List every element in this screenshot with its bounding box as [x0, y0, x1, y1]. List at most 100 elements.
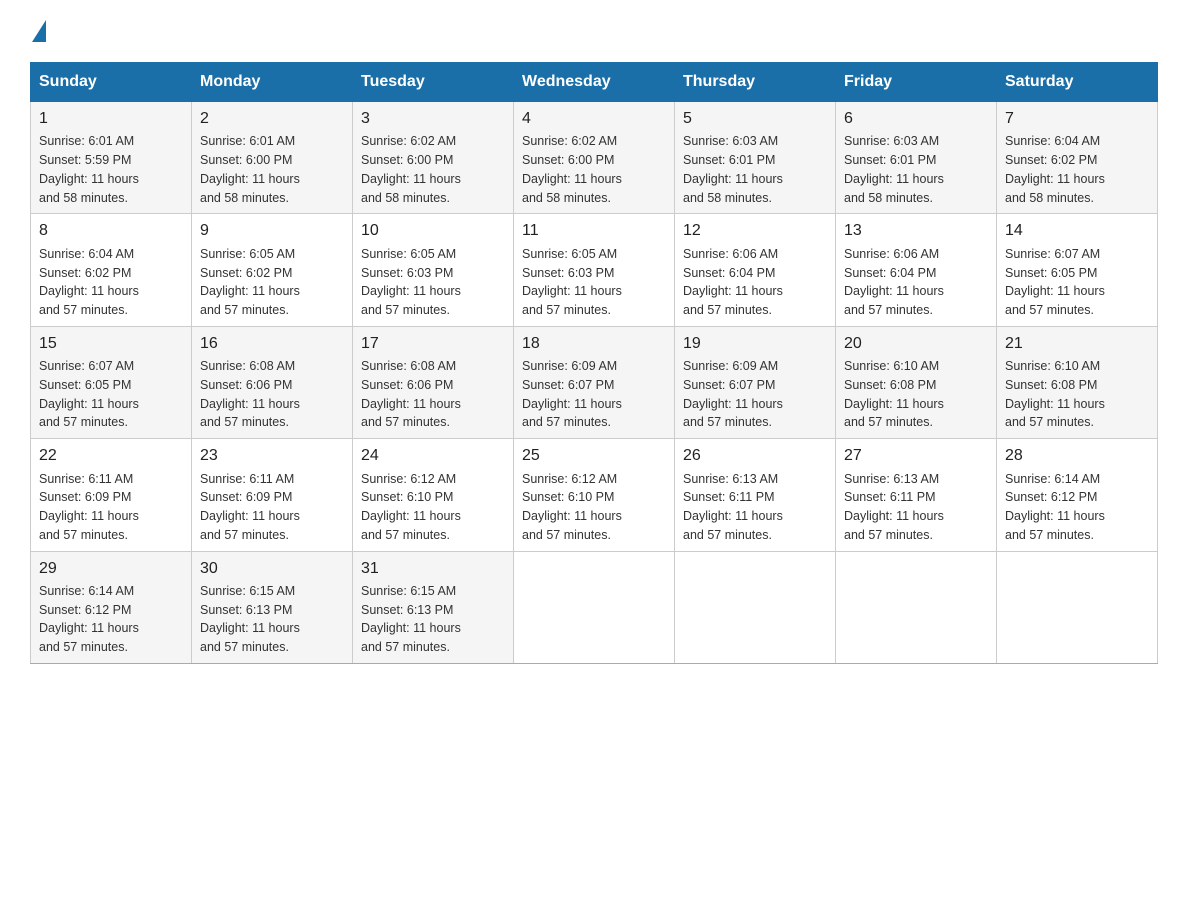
calendar-day-cell: 4 Sunrise: 6:02 AMSunset: 6:00 PMDayligh… — [514, 102, 675, 214]
day-number: 5 — [683, 108, 827, 130]
day-number: 19 — [683, 333, 827, 355]
day-number: 15 — [39, 333, 183, 355]
calendar-day-cell: 19 Sunrise: 6:09 AMSunset: 6:07 PMDaylig… — [675, 326, 836, 438]
calendar-day-cell — [514, 551, 675, 663]
day-of-week-header: Monday — [192, 63, 353, 102]
calendar-day-cell: 3 Sunrise: 6:02 AMSunset: 6:00 PMDayligh… — [353, 102, 514, 214]
day-number: 10 — [361, 220, 505, 242]
day-of-week-header: Saturday — [997, 63, 1158, 102]
day-number: 24 — [361, 445, 505, 467]
day-number: 25 — [522, 445, 666, 467]
calendar-day-cell: 20 Sunrise: 6:10 AMSunset: 6:08 PMDaylig… — [836, 326, 997, 438]
calendar-week-row: 29 Sunrise: 6:14 AMSunset: 6:12 PMDaylig… — [31, 551, 1158, 663]
day-info: Sunrise: 6:08 AMSunset: 6:06 PMDaylight:… — [361, 359, 461, 429]
calendar-week-row: 15 Sunrise: 6:07 AMSunset: 6:05 PMDaylig… — [31, 326, 1158, 438]
day-info: Sunrise: 6:03 AMSunset: 6:01 PMDaylight:… — [683, 134, 783, 204]
day-info: Sunrise: 6:02 AMSunset: 6:00 PMDaylight:… — [522, 134, 622, 204]
day-number: 7 — [1005, 108, 1149, 130]
day-number: 9 — [200, 220, 344, 242]
day-of-week-header: Wednesday — [514, 63, 675, 102]
calendar-day-cell: 13 Sunrise: 6:06 AMSunset: 6:04 PMDaylig… — [836, 214, 997, 326]
calendar-week-row: 22 Sunrise: 6:11 AMSunset: 6:09 PMDaylig… — [31, 439, 1158, 551]
calendar-day-cell: 16 Sunrise: 6:08 AMSunset: 6:06 PMDaylig… — [192, 326, 353, 438]
day-info: Sunrise: 6:09 AMSunset: 6:07 PMDaylight:… — [683, 359, 783, 429]
calendar-day-cell — [675, 551, 836, 663]
day-number: 26 — [683, 445, 827, 467]
calendar-day-cell: 21 Sunrise: 6:10 AMSunset: 6:08 PMDaylig… — [997, 326, 1158, 438]
calendar-day-cell: 27 Sunrise: 6:13 AMSunset: 6:11 PMDaylig… — [836, 439, 997, 551]
day-info: Sunrise: 6:06 AMSunset: 6:04 PMDaylight:… — [844, 247, 944, 317]
calendar-day-cell: 22 Sunrise: 6:11 AMSunset: 6:09 PMDaylig… — [31, 439, 192, 551]
day-info: Sunrise: 6:03 AMSunset: 6:01 PMDaylight:… — [844, 134, 944, 204]
day-number: 16 — [200, 333, 344, 355]
calendar-day-cell: 10 Sunrise: 6:05 AMSunset: 6:03 PMDaylig… — [353, 214, 514, 326]
day-number: 17 — [361, 333, 505, 355]
day-info: Sunrise: 6:04 AMSunset: 6:02 PMDaylight:… — [39, 247, 139, 317]
day-number: 29 — [39, 558, 183, 580]
calendar-header-row: SundayMondayTuesdayWednesdayThursdayFrid… — [31, 63, 1158, 102]
day-info: Sunrise: 6:06 AMSunset: 6:04 PMDaylight:… — [683, 247, 783, 317]
calendar-day-cell: 18 Sunrise: 6:09 AMSunset: 6:07 PMDaylig… — [514, 326, 675, 438]
day-info: Sunrise: 6:05 AMSunset: 6:03 PMDaylight:… — [361, 247, 461, 317]
day-of-week-header: Friday — [836, 63, 997, 102]
day-number: 6 — [844, 108, 988, 130]
day-of-week-header: Tuesday — [353, 63, 514, 102]
day-number: 30 — [200, 558, 344, 580]
calendar-day-cell: 24 Sunrise: 6:12 AMSunset: 6:10 PMDaylig… — [353, 439, 514, 551]
day-number: 14 — [1005, 220, 1149, 242]
day-info: Sunrise: 6:10 AMSunset: 6:08 PMDaylight:… — [844, 359, 944, 429]
calendar-day-cell: 29 Sunrise: 6:14 AMSunset: 6:12 PMDaylig… — [31, 551, 192, 663]
day-number: 8 — [39, 220, 183, 242]
day-info: Sunrise: 6:05 AMSunset: 6:02 PMDaylight:… — [200, 247, 300, 317]
calendar-day-cell — [997, 551, 1158, 663]
calendar-day-cell: 1 Sunrise: 6:01 AMSunset: 5:59 PMDayligh… — [31, 102, 192, 214]
calendar-day-cell: 11 Sunrise: 6:05 AMSunset: 6:03 PMDaylig… — [514, 214, 675, 326]
day-info: Sunrise: 6:07 AMSunset: 6:05 PMDaylight:… — [1005, 247, 1105, 317]
calendar-day-cell: 31 Sunrise: 6:15 AMSunset: 6:13 PMDaylig… — [353, 551, 514, 663]
day-info: Sunrise: 6:09 AMSunset: 6:07 PMDaylight:… — [522, 359, 622, 429]
day-info: Sunrise: 6:14 AMSunset: 6:12 PMDaylight:… — [1005, 472, 1105, 542]
calendar-day-cell: 26 Sunrise: 6:13 AMSunset: 6:11 PMDaylig… — [675, 439, 836, 551]
day-number: 21 — [1005, 333, 1149, 355]
calendar-day-cell: 15 Sunrise: 6:07 AMSunset: 6:05 PMDaylig… — [31, 326, 192, 438]
calendar-day-cell: 5 Sunrise: 6:03 AMSunset: 6:01 PMDayligh… — [675, 102, 836, 214]
day-info: Sunrise: 6:13 AMSunset: 6:11 PMDaylight:… — [683, 472, 783, 542]
calendar-day-cell: 28 Sunrise: 6:14 AMSunset: 6:12 PMDaylig… — [997, 439, 1158, 551]
calendar-day-cell: 25 Sunrise: 6:12 AMSunset: 6:10 PMDaylig… — [514, 439, 675, 551]
day-info: Sunrise: 6:01 AMSunset: 6:00 PMDaylight:… — [200, 134, 300, 204]
day-number: 22 — [39, 445, 183, 467]
day-info: Sunrise: 6:05 AMSunset: 6:03 PMDaylight:… — [522, 247, 622, 317]
calendar-day-cell: 6 Sunrise: 6:03 AMSunset: 6:01 PMDayligh… — [836, 102, 997, 214]
day-number: 28 — [1005, 445, 1149, 467]
calendar-day-cell: 9 Sunrise: 6:05 AMSunset: 6:02 PMDayligh… — [192, 214, 353, 326]
calendar-week-row: 1 Sunrise: 6:01 AMSunset: 5:59 PMDayligh… — [31, 102, 1158, 214]
calendar-table: SundayMondayTuesdayWednesdayThursdayFrid… — [30, 62, 1158, 664]
day-number: 31 — [361, 558, 505, 580]
day-number: 1 — [39, 108, 183, 130]
day-info: Sunrise: 6:14 AMSunset: 6:12 PMDaylight:… — [39, 584, 139, 654]
calendar-day-cell: 17 Sunrise: 6:08 AMSunset: 6:06 PMDaylig… — [353, 326, 514, 438]
calendar-day-cell: 8 Sunrise: 6:04 AMSunset: 6:02 PMDayligh… — [31, 214, 192, 326]
day-number: 2 — [200, 108, 344, 130]
day-number: 23 — [200, 445, 344, 467]
day-number: 3 — [361, 108, 505, 130]
day-number: 4 — [522, 108, 666, 130]
logo — [30, 20, 48, 42]
day-number: 13 — [844, 220, 988, 242]
calendar-day-cell: 30 Sunrise: 6:15 AMSunset: 6:13 PMDaylig… — [192, 551, 353, 663]
day-info: Sunrise: 6:01 AMSunset: 5:59 PMDaylight:… — [39, 134, 139, 204]
day-number: 27 — [844, 445, 988, 467]
day-info: Sunrise: 6:11 AMSunset: 6:09 PMDaylight:… — [200, 472, 300, 542]
day-info: Sunrise: 6:08 AMSunset: 6:06 PMDaylight:… — [200, 359, 300, 429]
day-info: Sunrise: 6:07 AMSunset: 6:05 PMDaylight:… — [39, 359, 139, 429]
day-info: Sunrise: 6:15 AMSunset: 6:13 PMDaylight:… — [361, 584, 461, 654]
day-info: Sunrise: 6:12 AMSunset: 6:10 PMDaylight:… — [361, 472, 461, 542]
calendar-day-cell: 23 Sunrise: 6:11 AMSunset: 6:09 PMDaylig… — [192, 439, 353, 551]
day-of-week-header: Thursday — [675, 63, 836, 102]
calendar-day-cell: 2 Sunrise: 6:01 AMSunset: 6:00 PMDayligh… — [192, 102, 353, 214]
calendar-week-row: 8 Sunrise: 6:04 AMSunset: 6:02 PMDayligh… — [31, 214, 1158, 326]
calendar-day-cell: 7 Sunrise: 6:04 AMSunset: 6:02 PMDayligh… — [997, 102, 1158, 214]
logo-triangle-icon — [32, 20, 46, 42]
day-info: Sunrise: 6:12 AMSunset: 6:10 PMDaylight:… — [522, 472, 622, 542]
day-info: Sunrise: 6:13 AMSunset: 6:11 PMDaylight:… — [844, 472, 944, 542]
